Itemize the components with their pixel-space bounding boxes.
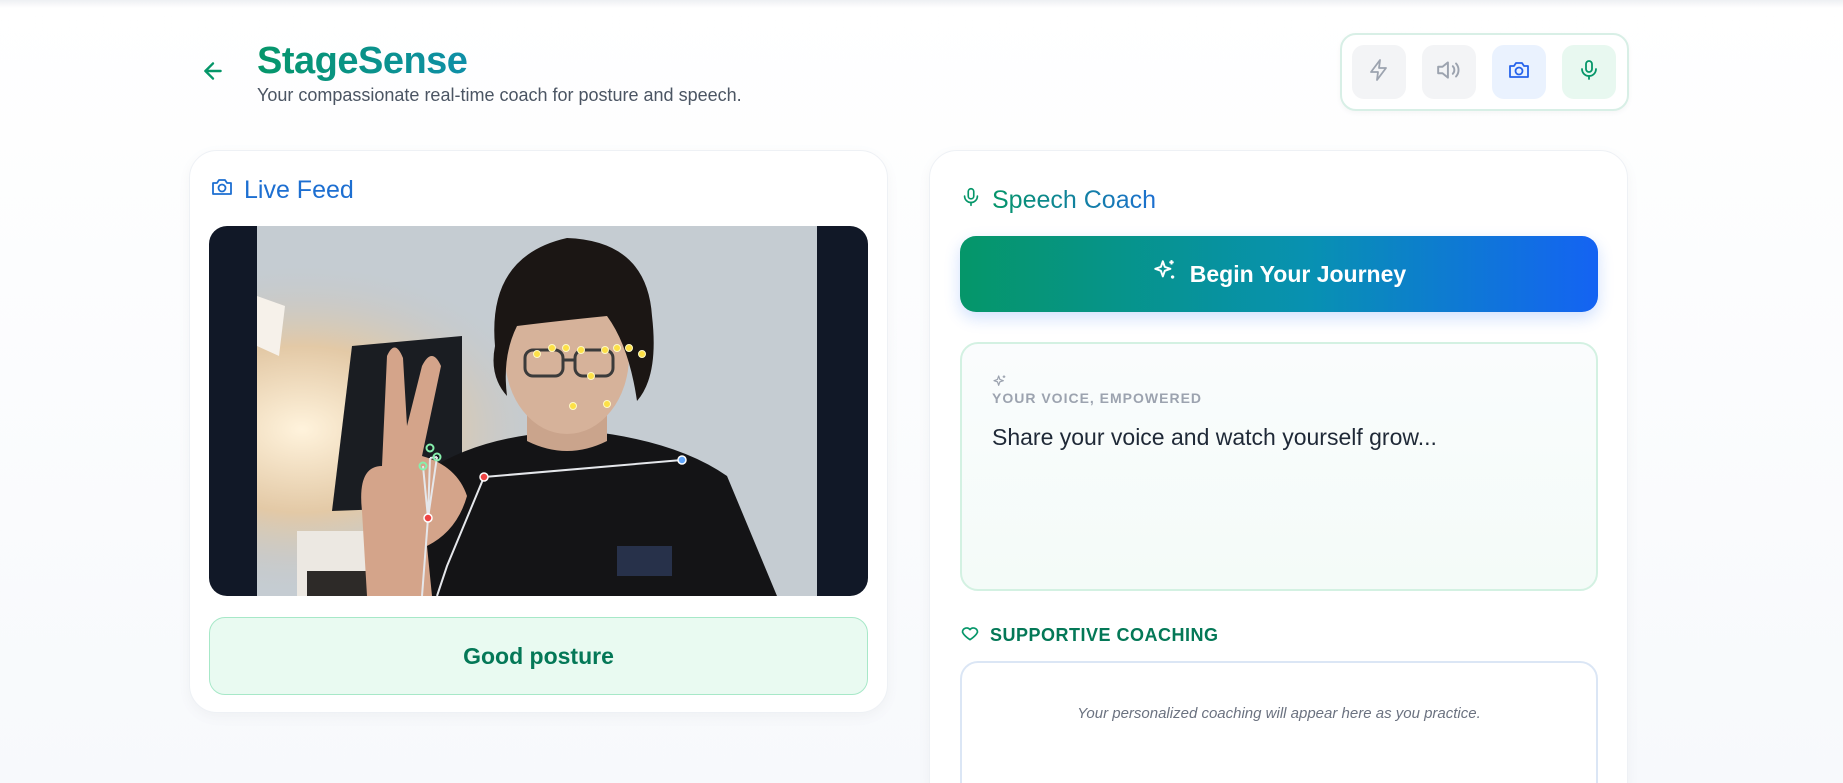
posture-status-badge: Good posture — [209, 617, 868, 695]
supportive-coaching-title: SUPPORTIVE COACHING — [990, 625, 1219, 645]
app-title: StageSense — [257, 40, 468, 82]
coaching-feedback-box: Your personalized coaching will appear h… — [960, 661, 1598, 783]
microphone-icon — [960, 185, 982, 216]
lightning-button[interactable] — [1352, 45, 1406, 99]
app-subtitle: Your compassionate real-time coach for p… — [257, 85, 742, 105]
begin-journey-label: Begin Your Journey — [1189, 260, 1407, 287]
speech-coach-title: Speech Coach — [992, 186, 1157, 214]
speech-coach-header: Speech Coach — [960, 185, 1156, 216]
camera-icon — [1507, 58, 1531, 87]
camera-image — [257, 226, 817, 596]
live-feed-card: Live Feed Good posture — [189, 150, 888, 713]
voice-label: YOUR VOICE, EMPOWERED — [992, 390, 1203, 406]
live-feed-title: Live Feed — [244, 176, 354, 204]
sparkles-icon — [1152, 258, 1178, 290]
supportive-coaching-header: SUPPORTIVE COACHING — [960, 623, 1219, 648]
speaker-button[interactable] — [1422, 45, 1476, 99]
microphone-button[interactable] — [1562, 45, 1616, 99]
voice-placeholder: Share your voice and watch yourself grow… — [992, 424, 1437, 450]
coaching-placeholder: Your personalized coaching will appear h… — [1077, 705, 1481, 722]
camera-icon — [210, 175, 234, 206]
voice-transcript-box: YOUR VOICE, EMPOWERED Share your voice a… — [960, 342, 1598, 591]
camera-button[interactable] — [1492, 45, 1546, 99]
toolbar — [1340, 33, 1629, 111]
video-feed — [209, 226, 868, 596]
live-feed-header: Live Feed — [210, 175, 354, 206]
top-shadow — [0, 0, 1843, 8]
heart-icon — [960, 623, 980, 648]
lightning-icon — [1367, 58, 1391, 87]
microphone-icon — [1577, 58, 1601, 87]
speaker-icon — [1436, 57, 1462, 88]
back-arrow-icon[interactable] — [200, 58, 226, 84]
begin-journey-button[interactable]: Begin Your Journey — [960, 236, 1598, 312]
speech-coach-card: Speech Coach Begin Your Journey YOUR VOI… — [929, 150, 1628, 783]
